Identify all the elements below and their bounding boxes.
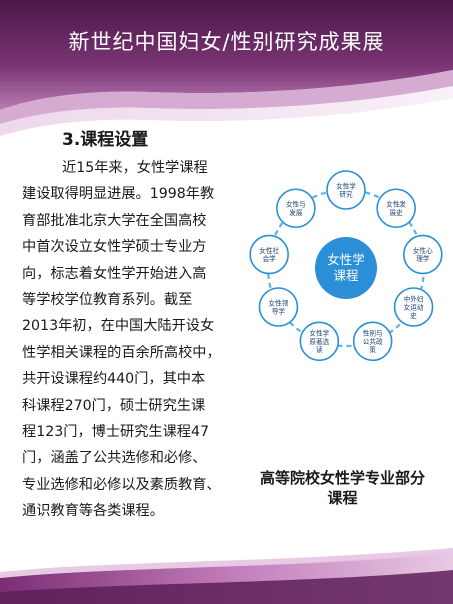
body-line: 共开设课程约440门，其中本: [22, 371, 206, 388]
body-paragraph: 近15年来，女性学课程 建设取得明显进展。1998年教 育部批准北京大学在全国高…: [22, 155, 240, 524]
body-line: 科课程270门，硕士研究生课: [22, 397, 206, 414]
course-node-label: 策: [369, 345, 376, 354]
course-node-label: 导学: [272, 307, 286, 316]
course-node-label: 性别与: [363, 329, 383, 338]
course-node-label: 女性发: [386, 200, 406, 209]
body-line: 性学相关课程的百余所高校中，: [22, 344, 221, 361]
footer-background: [0, 548, 453, 604]
body-line: 等学校学位教育系列。截至: [22, 291, 193, 308]
body-line: 近15年来，女性学课程: [62, 160, 208, 176]
course-node-label: 女性心: [413, 246, 433, 255]
section-title: 3.课程设置: [62, 130, 149, 150]
body-line: 专业选修和必修以及素质教育、: [22, 476, 221, 493]
diagram-caption: 高等院校女性学专业部分 课程: [240, 468, 445, 508]
course-cycle-diagram: 女性学课程女性学研究女性发展史女性心理学中外妇女运动史性别与公共政策女性学原著选…: [249, 170, 443, 362]
body-line: 育部批准北京大学在全国高校: [22, 212, 207, 229]
caption-line: 高等院校女性学专业部分: [259, 469, 425, 487]
course-node-label: 研究: [339, 190, 353, 199]
slide: 新世纪中国妇女/性别研究成果展 3.课程设置 近15年来，女性学课程 建设取得明…: [0, 0, 453, 604]
course-node-label: 原著选: [309, 337, 329, 346]
course-node-label: 会学: [263, 254, 277, 263]
course-node-label: 女性社: [259, 246, 279, 255]
body-line: 程123门，博士研究生课程47: [22, 423, 210, 440]
header-title: 新世纪中国妇女/性别研究成果展: [68, 30, 385, 54]
course-node-label: 公共政: [363, 337, 383, 346]
course-node-label: 发展: [289, 208, 303, 217]
course-node-label: 女性学: [309, 329, 329, 338]
caption-line: 课程: [327, 489, 358, 507]
center-label: 女性学: [327, 252, 365, 267]
body-line: 2013年初，在中国大陆开设女: [22, 318, 215, 335]
header-background: [0, 0, 453, 136]
course-node-label: 理学: [416, 254, 430, 263]
course-node-label: 女性与: [286, 200, 306, 209]
course-node-label: 中外妇: [404, 294, 424, 303]
body-line: 中首次设立女性学硕士专业方: [22, 239, 207, 256]
body-line: 向，标志着女性学开始进入高: [22, 265, 207, 282]
course-node-label: 史: [410, 311, 417, 320]
course-node-label: 读: [316, 345, 323, 354]
center-label: 课程: [333, 268, 359, 283]
course-node-label: 女性学: [336, 182, 356, 191]
body-line: 通识教育等各类课程。: [22, 503, 164, 520]
course-node-label: 展史: [390, 208, 404, 217]
body-line: 门，涵盖了公共选修和必修、: [22, 450, 207, 467]
course-node-label: 女运动: [404, 303, 424, 312]
body-line: 建设取得明显进展。1998年教: [22, 186, 215, 203]
course-node-label: 女性领: [269, 299, 289, 308]
